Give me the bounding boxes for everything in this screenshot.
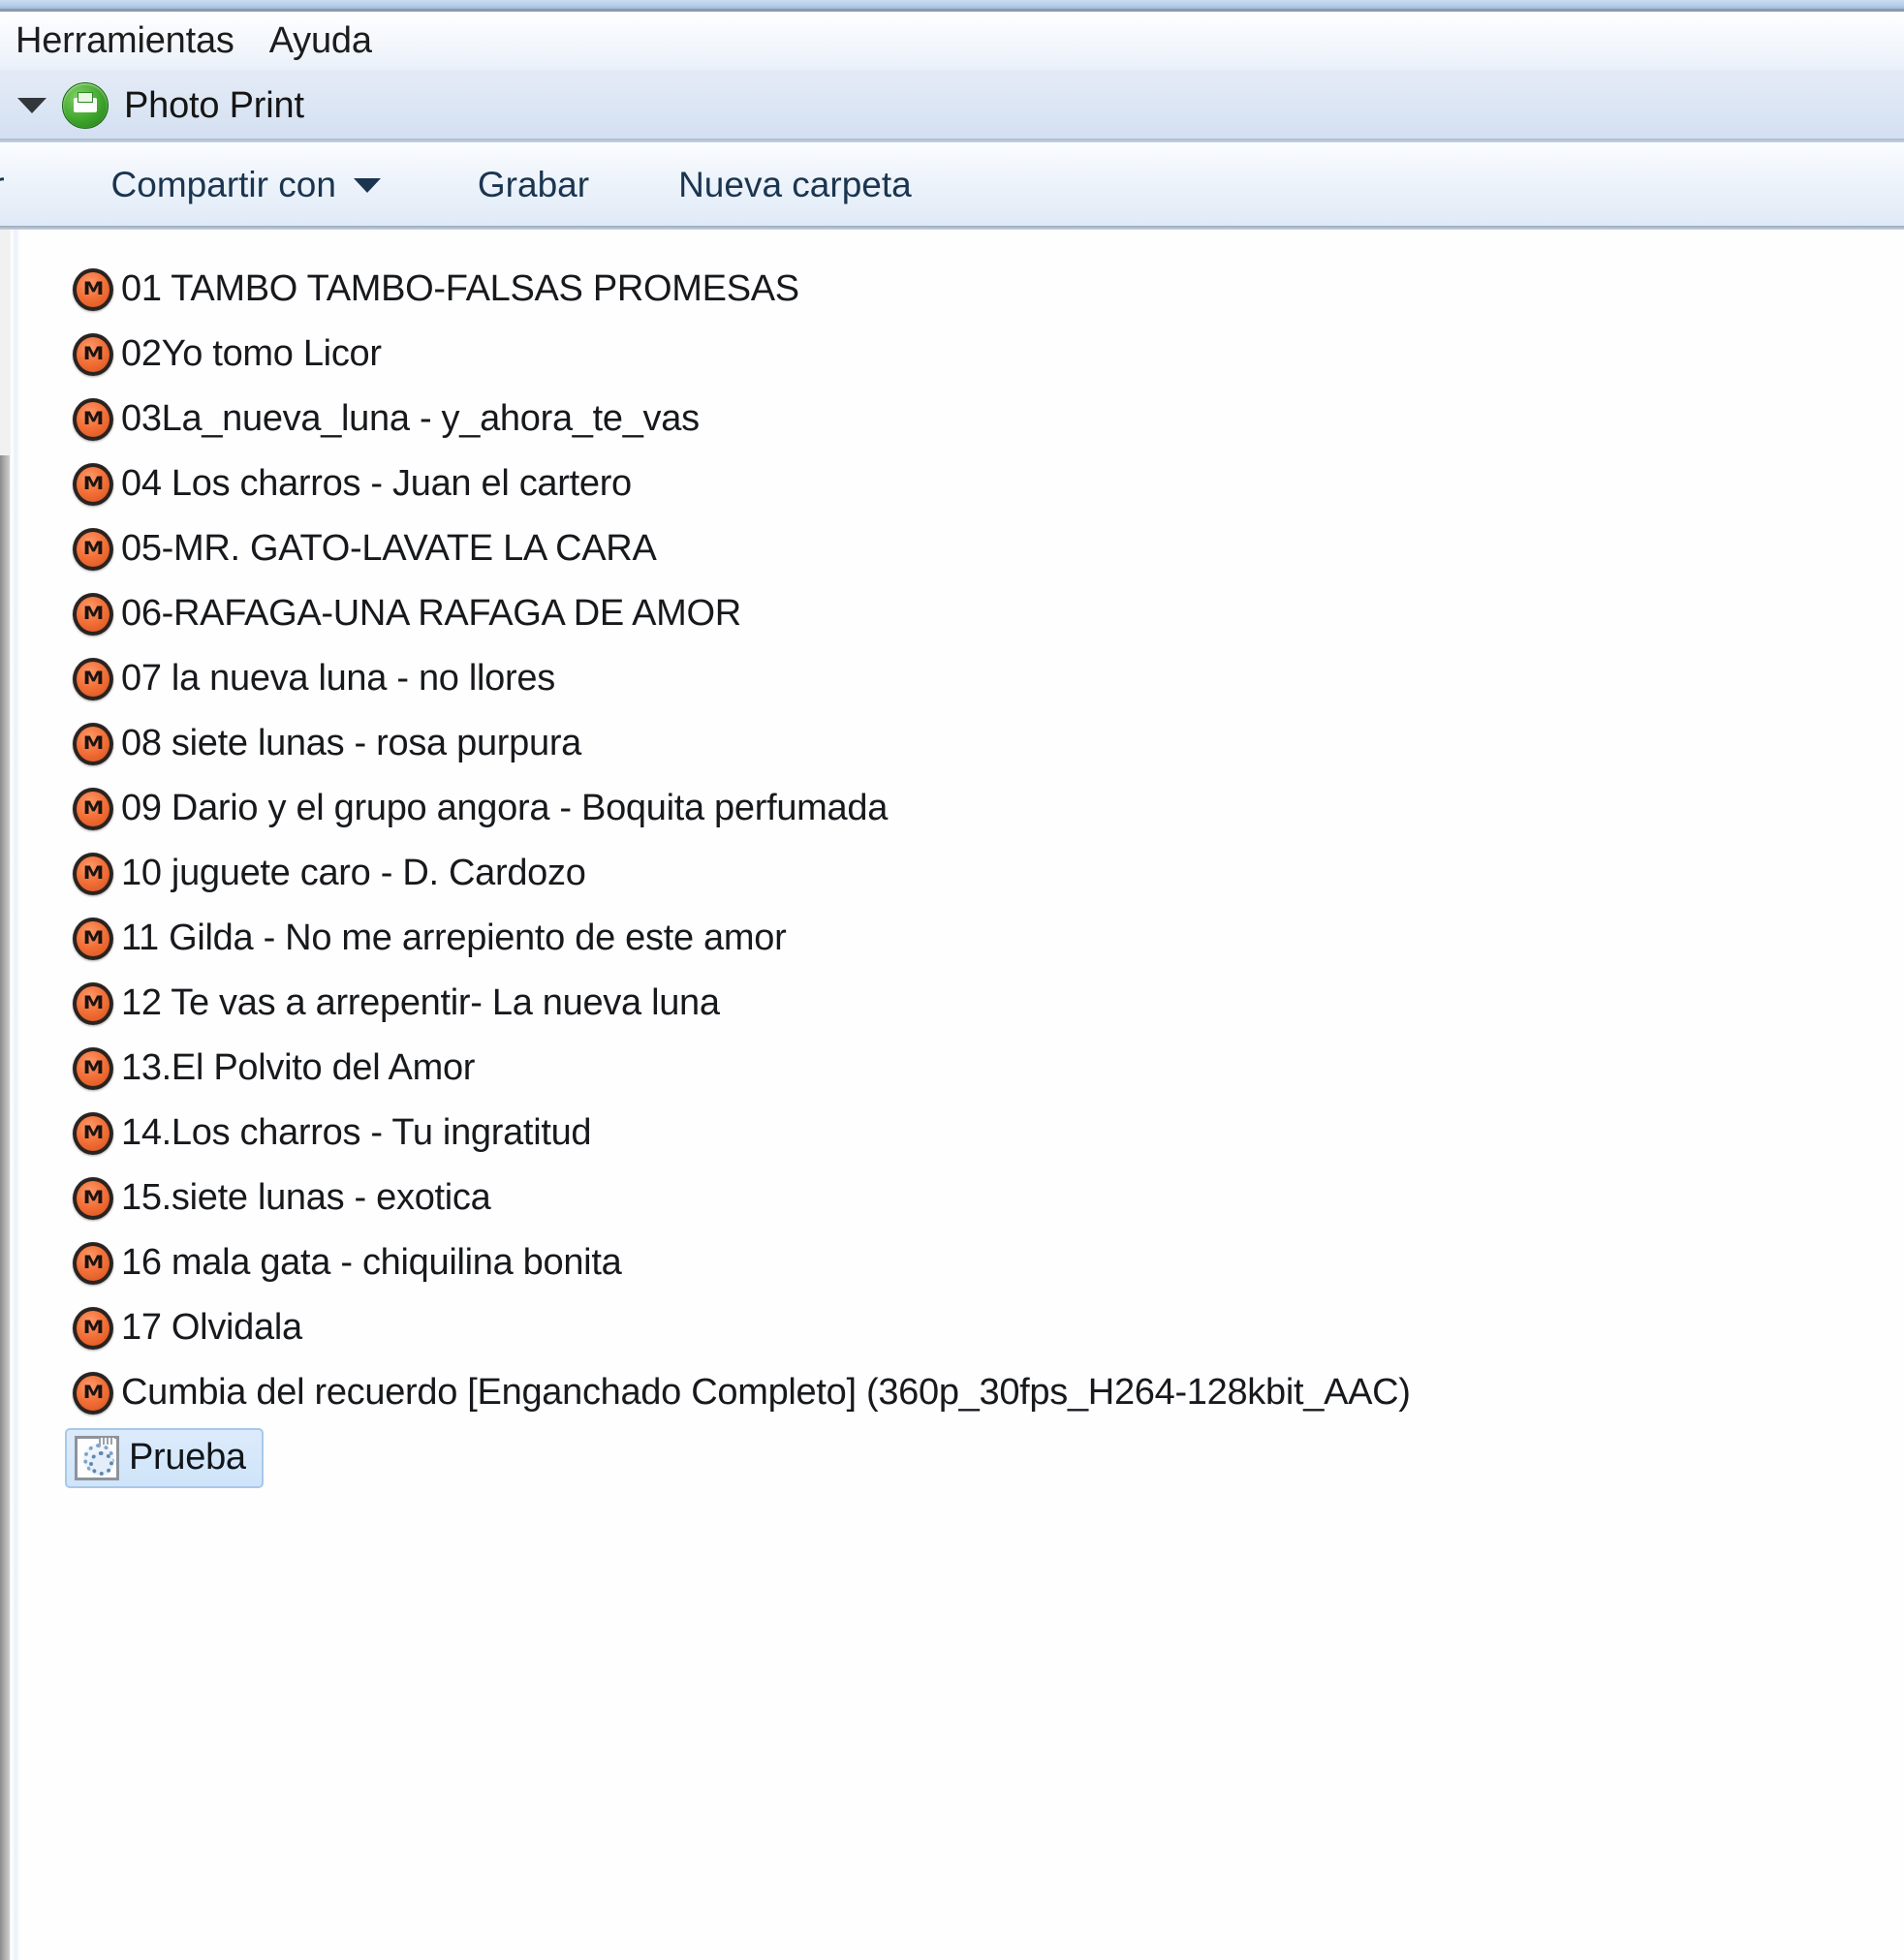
file-list-item[interactable]: M 04 Los charros - Juan el cartero: [20, 451, 1904, 516]
menu-item-herramientas[interactable]: Herramientas: [2, 20, 256, 62]
media-player-classic-icon: M: [73, 917, 113, 960]
file-list-item[interactable]: M 14.Los charros - Tu ingratitud: [20, 1101, 1904, 1166]
media-player-classic-icon: M: [73, 722, 113, 765]
media-player-classic-icon: M: [73, 787, 113, 830]
window-top-strip: [0, 0, 1904, 9]
media-player-classic-icon: M: [73, 462, 113, 506]
file-list-item-label: 17 Olvidala: [121, 1307, 302, 1348]
file-list-item-label: 03La_nueva_luna - y_ahora_te_vas: [121, 398, 700, 439]
file-list-item[interactable]: M 01 TAMBO TAMBO-FALSAS PROMESAS: [20, 257, 1904, 322]
file-list-item[interactable]: M Cumbia del recuerdo [Enganchado Complet…: [20, 1360, 1904, 1425]
explorer-toolbar: ir Compartir con Grabar Nueva carpeta: [0, 142, 1904, 228]
toolbar-button-compartir-con[interactable]: Compartir con: [111, 159, 381, 211]
file-list-item-label: 13.El Polvito del Amor: [121, 1047, 476, 1088]
left-gutter-fill: [0, 230, 11, 455]
caret-down-icon[interactable]: [353, 177, 381, 193]
printer-icon: [62, 82, 109, 129]
media-player-classic-icon: M: [73, 332, 113, 376]
file-list-item[interactable]: Prueba: [20, 1425, 1904, 1490]
file-list-item[interactable]: M 11 Gilda - No me arrepiento de este amo…: [20, 906, 1904, 971]
media-player-classic-icon: M: [73, 1046, 113, 1090]
file-list-item[interactable]: M 05-MR. GATO-LAVATE LA CARA: [20, 516, 1904, 581]
file-list-item[interactable]: M 03La_nueva_luna - y_ahora_te_vas: [20, 387, 1904, 451]
file-list-item[interactable]: M 10 juguete caro - D. Cardozo: [20, 841, 1904, 906]
file-list-item-label: 16 mala gata - chiquilina bonita: [121, 1242, 622, 1283]
file-list-item-label: 02Yo tomo Licor: [121, 333, 382, 374]
file-list-item-label: 11 Gilda - No me arrepiento de este amor: [121, 918, 787, 958]
file-list-item[interactable]: M 09 Dario y el grupo angora - Boquita pe…: [20, 776, 1904, 841]
toolbar-button-nueva-carpeta[interactable]: Nueva carpeta: [678, 159, 912, 211]
pane-splitter[interactable]: [0, 455, 11, 1960]
file-list-item[interactable]: M 16 mala gata - chiquilina bonita: [20, 1230, 1904, 1295]
photo-print-label: Photo Print: [124, 84, 304, 126]
media-player-classic-icon: M: [73, 657, 113, 700]
file-list-pane: M 01 TAMBO TAMBO-FALSAS PROMESAS M 02Yo tom…: [20, 230, 1904, 1960]
media-player-classic-icon: M: [73, 1176, 113, 1220]
file-list: M 01 TAMBO TAMBO-FALSAS PROMESAS M 02Yo tom…: [20, 230, 1904, 1490]
media-player-classic-icon: M: [73, 592, 113, 636]
file-list-item-label: 14.Los charros - Tu ingratitud: [121, 1112, 592, 1153]
toolbar-button-compartir-con-label: Compartir con: [110, 165, 336, 204]
file-list-item-label: 05-MR. GATO-LAVATE LA CARA: [121, 528, 657, 569]
file-list-item-label: 10 juguete caro - D. Cardozo: [121, 853, 586, 893]
file-list-item-label: Cumbia del recuerdo [Enganchado Completo…: [121, 1372, 1411, 1413]
toolbar-button-ir[interactable]: ir: [0, 159, 5, 211]
file-list-item[interactable]: M 07 la nueva luna - no llores: [20, 646, 1904, 711]
file-list-item-selected[interactable]: Prueba: [65, 1427, 264, 1488]
media-player-classic-icon: M: [73, 397, 113, 441]
media-player-classic-icon: M: [73, 1371, 113, 1415]
media-player-classic-icon: M: [73, 852, 113, 895]
file-list-item-label: Prueba: [129, 1437, 246, 1478]
photo-print-band[interactable]: Photo Print: [0, 70, 1904, 141]
file-list-item-label: 01 TAMBO TAMBO-FALSAS PROMESAS: [121, 268, 799, 309]
media-player-classic-icon: M: [73, 1111, 113, 1155]
media-player-classic-icon: M: [73, 527, 113, 571]
file-list-item[interactable]: M 13.El Polvito del Amor: [20, 1036, 1904, 1101]
file-list-item[interactable]: M 02Yo tomo Licor: [20, 322, 1904, 387]
toolbar-button-grabar[interactable]: Grabar: [478, 159, 589, 211]
menu-bar: Herramientas Ayuda: [0, 12, 1904, 70]
file-list-item[interactable]: M 08 siete lunas - rosa purpura: [20, 711, 1904, 776]
menu-item-ayuda[interactable]: Ayuda: [256, 20, 393, 62]
search-folder-icon: [75, 1435, 119, 1480]
file-list-item-label: 04 Los charros - Juan el cartero: [121, 463, 632, 504]
chevron-down-icon[interactable]: [17, 98, 47, 113]
media-player-classic-icon: M: [73, 981, 113, 1025]
file-list-item[interactable]: M 06-RAFAGA-UNA RAFAGA DE AMOR: [20, 581, 1904, 646]
file-list-item[interactable]: M 15.siete lunas - exotica: [20, 1166, 1904, 1230]
file-list-item-label: 12 Te vas a arrepentir- La nueva luna: [121, 982, 720, 1023]
file-list-item-label: 15.siete lunas - exotica: [121, 1177, 491, 1218]
list-pane-left-edge: [12, 230, 20, 1960]
file-list-item-label: 09 Dario y el grupo angora - Boquita per…: [121, 788, 889, 828]
file-list-item[interactable]: M 12 Te vas a arrepentir- La nueva luna: [20, 971, 1904, 1036]
media-player-classic-icon: M: [73, 1306, 113, 1350]
media-player-classic-icon: M: [73, 267, 113, 311]
file-list-item-label: 07 la nueva luna - no llores: [121, 658, 555, 699]
file-list-item[interactable]: M 17 Olvidala: [20, 1295, 1904, 1360]
file-list-item-label: 06-RAFAGA-UNA RAFAGA DE AMOR: [121, 593, 741, 634]
media-player-classic-icon: M: [73, 1241, 113, 1285]
file-list-item-label: 08 siete lunas - rosa purpura: [121, 723, 582, 763]
